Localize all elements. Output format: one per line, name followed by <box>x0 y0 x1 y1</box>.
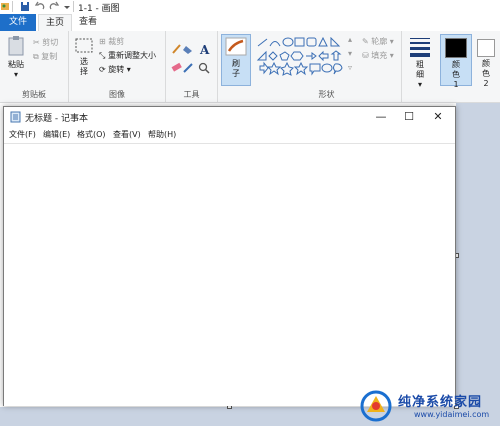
pencil-icon <box>172 44 181 54</box>
ribbon-tabs: 文件 主页 查看 <box>0 14 500 32</box>
magnifier-icon <box>198 62 210 74</box>
svg-text:A: A <box>199 43 210 57</box>
image-group: 选择 ⊞ 裁剪 ⤡ 重新调整大小 ⟳ 旋转 ▾ 图像 <box>69 31 166 102</box>
select-icon <box>75 38 93 53</box>
separator <box>73 1 74 12</box>
color1-button[interactable]: 颜色 1 <box>440 34 472 89</box>
fill-bucket-icon <box>183 46 192 54</box>
copy-label: 复制 <box>41 52 58 61</box>
brushes-label: 刷子 <box>232 59 240 78</box>
paste-button[interactable]: 粘贴 ▾ <box>4 35 28 79</box>
color1-swatch <box>445 38 467 58</box>
paint-app-icon <box>1 3 9 10</box>
rotate-button[interactable]: ⟳ 旋转 ▾ <box>99 64 131 75</box>
close-button[interactable]: ✕ <box>424 109 452 125</box>
size-button[interactable]: 粗细 ▾ <box>406 36 434 89</box>
crop-label: 裁剪 <box>108 37 125 46</box>
customize-quick-access-icon[interactable] <box>63 1 71 12</box>
menu-view[interactable]: 查看(V) <box>113 129 141 140</box>
color2-label: 颜色 2 <box>482 59 490 88</box>
menu-help[interactable]: 帮助(H) <box>148 129 176 140</box>
tab-home[interactable]: 主页 <box>38 14 72 32</box>
menu-format[interactable]: 格式(O) <box>77 129 106 140</box>
undo-icon[interactable] <box>35 1 45 12</box>
watermark-title: 纯净系统家园 <box>398 395 483 410</box>
select-label: 选择 <box>80 57 88 76</box>
size-label: 粗细 <box>416 60 424 79</box>
brushes-button[interactable]: 刷子 <box>221 34 251 86</box>
redo-icon[interactable] <box>49 1 59 12</box>
shapes-scroll-down[interactable]: ▾ <box>348 49 352 58</box>
select-button[interactable]: 选择 <box>73 37 95 77</box>
maximize-button[interactable]: ☐ <box>395 109 423 125</box>
chevron-down-icon: ▾ <box>417 80 422 89</box>
notepad-text-area[interactable] <box>8 146 442 390</box>
line-width-icon <box>410 38 430 57</box>
notepad-window: 无标题 - 记事本 — ☐ ✕ 文件(F) 编辑(E) 格式(O) 查看(V) … <box>3 106 456 406</box>
save-icon[interactable] <box>20 1 30 12</box>
watermark-url: www.yidaimei.com <box>414 410 490 419</box>
paint-title-bar: 1-1 - 画图 <box>0 0 500 14</box>
color2-button[interactable]: 颜色 2 <box>472 34 500 88</box>
tab-view[interactable]: 查看 <box>72 14 104 31</box>
shapes-scroll-up[interactable]: ▴ <box>348 35 352 44</box>
chevron-down-icon: ▾ <box>13 70 18 79</box>
window-title: 1-1 - 画图 <box>78 4 120 14</box>
clipboard-group: 粘贴 ▾ ✂ 剪切 ⧉ 复制 剪贴板 <box>0 31 69 102</box>
shapes-gallery[interactable] <box>256 37 356 77</box>
menu-file[interactable]: 文件(F) <box>9 129 36 140</box>
rotate-label: 旋转 <box>108 65 125 74</box>
notepad-title-bar[interactable]: 无标题 - 记事本 — ☐ ✕ <box>4 107 455 127</box>
separator <box>12 1 13 12</box>
clipboard-group-label: 剪贴板 <box>22 90 46 99</box>
resize-label: 重新调整大小 <box>107 51 156 60</box>
tools-icons: A <box>171 43 210 74</box>
shapes-group-label: 形状 <box>318 90 335 99</box>
resize-button[interactable]: ⤡ 重新调整大小 <box>99 50 156 61</box>
notepad-title: 无标题 - 记事本 <box>25 114 88 124</box>
cut-label: 剪切 <box>42 38 59 47</box>
ribbon: 粘贴 ▾ ✂ 剪切 ⧉ 复制 剪贴板 选择 ⊞ 裁剪 ⤡ 重新调整大小 ⟳ 旋转… <box>0 31 500 103</box>
watermark-logo <box>360 390 392 422</box>
fill-button[interactable]: ⛁ 填充 ▾ <box>362 50 394 61</box>
notepad-editor-area <box>4 143 455 406</box>
tools-group-label: 工具 <box>183 90 200 99</box>
color-picker-icon <box>183 63 193 73</box>
color1-label: 颜色 1 <box>452 60 460 89</box>
cut-button[interactable]: ✂ 剪切 <box>33 37 58 48</box>
brush-icon <box>225 37 247 56</box>
shapes-group: ▴ ▾ ▿ ✎ 轮廓 ▾ ⛁ 填充 ▾ 形状 <box>252 31 402 102</box>
shapes-expand[interactable]: ▿ <box>348 63 352 72</box>
notepad-menu-bar: 文件(F) 编辑(E) 格式(O) 查看(V) 帮助(H) <box>4 128 455 142</box>
tools-group: A 工具 <box>166 31 218 102</box>
color2-swatch <box>477 39 495 57</box>
image-group-label: 图像 <box>109 90 125 99</box>
paste-label: 粘贴 <box>8 60 24 69</box>
outline-button[interactable]: ✎ 轮廓 ▾ <box>362 36 394 47</box>
notepad-icon <box>10 111 21 123</box>
clipboard-icon <box>8 36 24 56</box>
copy-button[interactable]: ⧉ 复制 <box>33 51 57 62</box>
menu-edit[interactable]: 编辑(E) <box>43 129 70 140</box>
fill-label: 填充 <box>371 51 388 60</box>
minimize-button[interactable]: — <box>367 109 395 125</box>
crop-button[interactable]: ⊞ 裁剪 <box>99 36 124 47</box>
outline-label: 轮廓 <box>371 37 388 46</box>
eraser-icon <box>171 62 182 72</box>
text-icon: A <box>199 43 210 57</box>
watermark: 纯净系统家园 www.yidaimei.com <box>356 388 496 424</box>
tab-file[interactable]: 文件 <box>0 14 36 31</box>
